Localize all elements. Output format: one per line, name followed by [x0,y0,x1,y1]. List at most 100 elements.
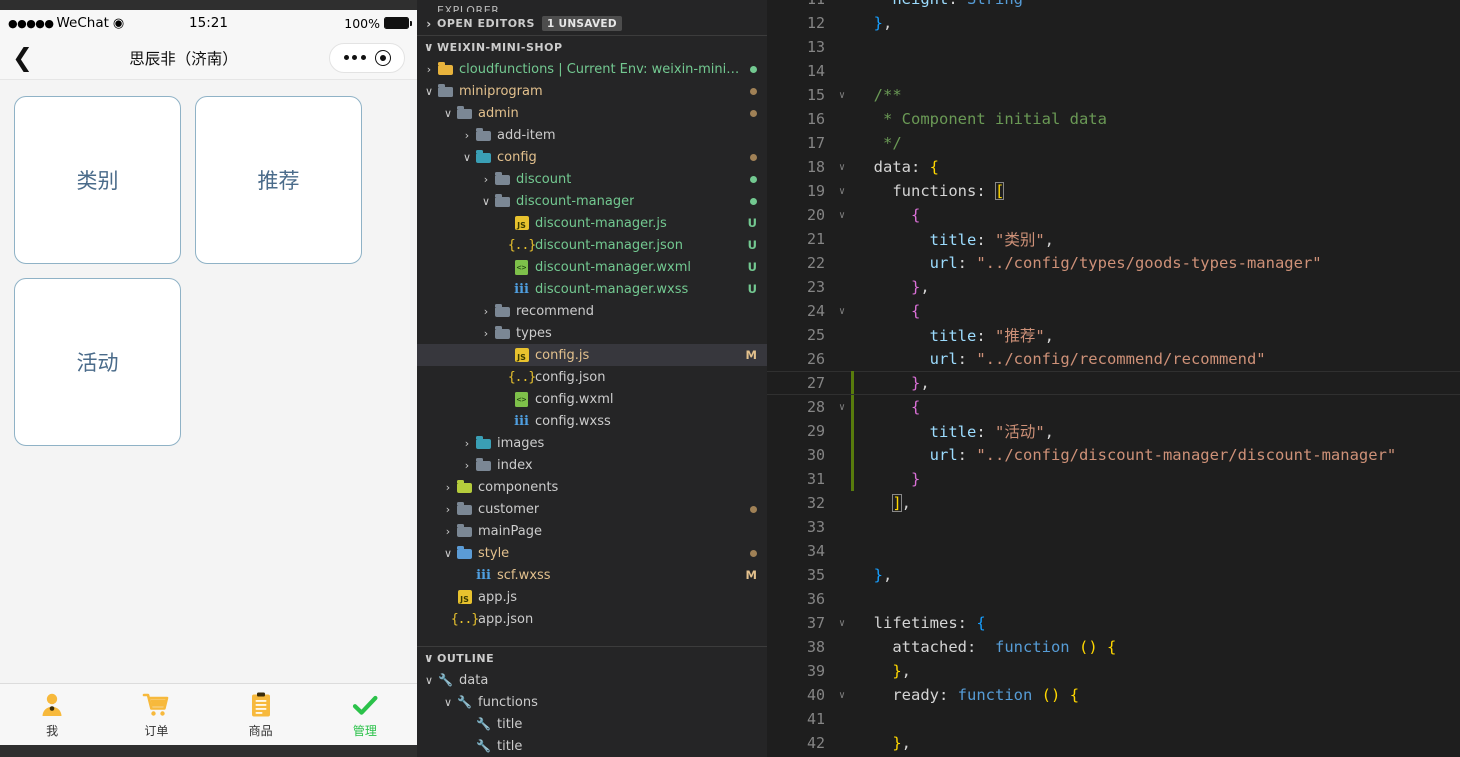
file-tree-row[interactable]: JS discount-manager.js U [417,212,767,234]
file-tree-row[interactable]: › mainPage [417,520,767,542]
wechat-capsule[interactable] [329,42,405,73]
fold-chevron-icon[interactable]: ∨ [833,186,851,197]
code-line[interactable]: 40 ∨ ready: function () { [767,683,1460,707]
file-tree-row[interactable]: JS app.js [417,586,767,608]
chevron-down-icon[interactable]: ∨ [440,107,456,120]
code-editor[interactable]: 11 height: String12 },131415∨ /**16 * Co… [767,0,1460,757]
file-tree-row[interactable]: ⅲ scf.wxss M [417,564,767,586]
file-tree-row[interactable]: {..} app.json [417,608,767,630]
file-tree-row[interactable]: <> config.wxml [417,388,767,410]
code-line[interactable]: 22 url: "../config/types/goods-types-man… [767,251,1460,275]
code-line[interactable]: 37 ∨ lifetimes: { [767,611,1460,635]
fold-chevron-icon[interactable]: ∨ [833,402,851,413]
file-tree-row[interactable]: <> discount-manager.wxml U [417,256,767,278]
chevron-right-icon[interactable]: › [478,305,494,318]
file-tree-row[interactable]: {..} config.json [417,366,767,388]
chevron-right-icon[interactable]: › [478,327,494,340]
fold-chevron-icon[interactable]: ∨ [833,690,851,701]
code-line[interactable]: 34 [767,539,1460,563]
chevron-right-icon[interactable]: › [440,481,456,494]
code-line[interactable]: 24 ∨ { [767,299,1460,323]
code-line[interactable]: 19 ∨ functions: [ [767,179,1460,203]
target-circle-icon[interactable] [374,49,391,66]
chevron-right-icon[interactable]: › [459,129,475,142]
code-line[interactable]: 28 ∨ { [767,395,1460,419]
code-line[interactable]: 38 attached: function () { [767,635,1460,659]
function-card[interactable]: 类别 [14,96,181,264]
file-tree-row[interactable]: › images [417,432,767,454]
code-line[interactable]: 42 }, [767,731,1460,755]
outline-row[interactable]: 🔧 title [417,735,767,757]
tab-orders[interactable]: 订单 [104,684,208,745]
file-tree-row[interactable]: ⅲ discount-manager.wxss U [417,278,767,300]
code-line[interactable]: 13 [767,35,1460,59]
fold-chevron-icon[interactable]: ∨ [833,90,851,101]
file-tree-row[interactable]: › recommend [417,300,767,322]
code-line[interactable]: 31 } [767,467,1460,491]
code-line[interactable]: 36 [767,587,1460,611]
fold-chevron-icon[interactable]: ∨ [833,618,851,629]
fold-chevron-icon[interactable]: ∨ [833,210,851,221]
chevron-right-icon[interactable]: › [478,173,494,186]
outline-tree[interactable]: ∨ 🔧 data ∨ 🔧 functions 🔧 title 🔧 title [417,669,767,757]
chevron-down-icon[interactable]: ∨ [440,696,456,709]
outline-row[interactable]: ∨ 🔧 functions [417,691,767,713]
code-line[interactable]: 33 [767,515,1460,539]
fold-chevron-icon[interactable]: ∨ [833,306,851,317]
function-card[interactable]: 活动 [14,278,181,446]
code-line[interactable]: 21 title: "类别", [767,227,1460,251]
code-line[interactable]: 15 ∨ /** [767,83,1460,107]
chevron-down-icon[interactable]: ∨ [440,547,456,560]
code-line[interactable]: 39 }, [767,659,1460,683]
file-tree[interactable]: › cloudfunctions | Current Env: weixin-mi… [417,58,767,646]
file-tree-row[interactable]: › discount [417,168,767,190]
code-line[interactable]: 27 }, [767,371,1460,395]
chevron-right-icon[interactable]: › [440,525,456,538]
chevron-right-icon[interactable]: › [459,437,475,450]
file-tree-row[interactable]: ⅲ config.wxss [417,410,767,432]
file-tree-row[interactable]: › add-item [417,124,767,146]
function-card[interactable]: 推荐 [195,96,362,264]
file-tree-row[interactable]: › cloudfunctions | Current Env: weixin-mi… [417,58,767,80]
file-tree-row[interactable]: › customer [417,498,767,520]
code-line[interactable]: 35 }, [767,563,1460,587]
code-line[interactable]: 41 [767,707,1460,731]
file-tree-row[interactable]: ∨ admin [417,102,767,124]
file-tree-row[interactable]: ∨ miniprogram [417,80,767,102]
outline-row[interactable]: 🔧 title [417,713,767,735]
code-line[interactable]: 26 url: "../config/recommend/recommend" [767,347,1460,371]
tab-me[interactable]: 我 [0,684,104,745]
outline-header[interactable]: ∨ OUTLINE [417,646,767,669]
chevron-down-icon[interactable]: ∨ [478,195,494,208]
code-line[interactable]: 12 }, [767,11,1460,35]
open-editors-header[interactable]: › OPEN EDITORS 1 UNSAVED [417,12,767,35]
code-line[interactable]: 30 url: "../config/discount-manager/disc… [767,443,1460,467]
code-line[interactable]: 25 title: "推荐", [767,323,1460,347]
file-tree-row[interactable]: ∨ config [417,146,767,168]
back-chevron-icon[interactable]: ❮ [12,45,40,70]
code-line[interactable]: 32 ], [767,491,1460,515]
file-tree-row[interactable]: ∨ discount-manager [417,190,767,212]
file-tree-row[interactable]: ∨ style [417,542,767,564]
file-tree-row[interactable]: › index [417,454,767,476]
file-tree-row-selected[interactable]: JS config.js M [417,344,767,366]
code-line[interactable]: 16 * Component initial data [767,107,1460,131]
project-root-header[interactable]: ∨ WEIXIN-MINI-SHOP [417,35,767,58]
code-line[interactable]: 23 }, [767,275,1460,299]
code-line[interactable]: 11 height: String [767,0,1460,11]
chevron-down-icon[interactable]: ∨ [459,151,475,164]
code-line[interactable]: 18 ∨ data: { [767,155,1460,179]
more-dots-icon[interactable] [343,55,366,60]
tab-goods[interactable]: 商品 [209,684,313,745]
code-line[interactable]: 17 */ [767,131,1460,155]
outline-row[interactable]: ∨ 🔧 data [417,669,767,691]
fold-chevron-icon[interactable]: ∨ [833,162,851,173]
file-tree-row[interactable]: {..} discount-manager.json U [417,234,767,256]
file-tree-row[interactable]: › types [417,322,767,344]
code-line[interactable]: 20 ∨ { [767,203,1460,227]
chevron-down-icon[interactable]: ∨ [421,674,437,687]
code-line[interactable]: 14 [767,59,1460,83]
file-tree-row[interactable]: › components [417,476,767,498]
code-line[interactable]: 29 title: "活动", [767,419,1460,443]
chevron-right-icon[interactable]: › [459,459,475,472]
